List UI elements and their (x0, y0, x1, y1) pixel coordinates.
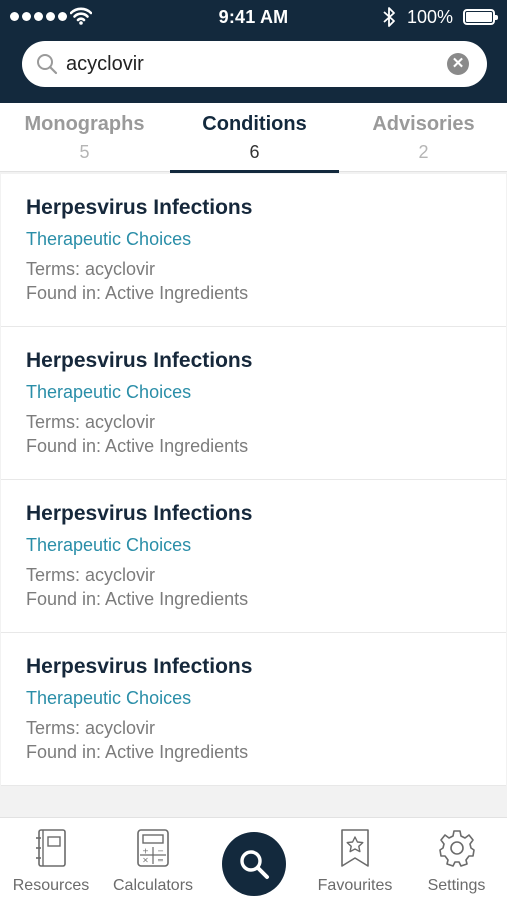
result-card[interactable]: Herpesvirus Infections Therapeutic Choic… (1, 480, 506, 633)
tab-conditions[interactable]: Conditions 6 (170, 103, 339, 173)
nav-label: Calculators (112, 877, 194, 894)
search-bar[interactable]: ✕ (22, 41, 487, 87)
result-title: Herpesvirus Infections (26, 196, 253, 219)
result-card[interactable]: Herpesvirus Infections Therapeutic Choic… (1, 327, 506, 480)
tab-advisories[interactable]: Advisories 2 (339, 103, 507, 172)
result-category: Therapeutic Choices (26, 382, 192, 402)
tab-monographs[interactable]: Monographs 5 (0, 103, 169, 172)
result-found-in: Found in: Active Ingredients (26, 436, 249, 456)
tab-label: Conditions (202, 113, 307, 135)
search-fab-button[interactable] (222, 832, 286, 896)
result-category: Therapeutic Choices (26, 535, 192, 555)
result-title: Herpesvirus Infections (26, 655, 253, 678)
svg-text:+: + (142, 847, 149, 856)
nav-resources[interactable]: Resources (0, 818, 102, 900)
search-icon (37, 54, 58, 75)
result-found-in: Found in: Active Ingredients (26, 283, 249, 303)
tab-label: Monographs (24, 113, 145, 135)
result-card[interactable]: Herpesvirus Infections Therapeutic Choic… (1, 174, 506, 327)
top-bar: 9:41 AM 100% ✕ (0, 0, 507, 103)
nav-label: Settings (427, 877, 486, 894)
nav-calculators[interactable]: + − × = Calculators (102, 818, 204, 900)
result-terms: Terms: acyclovir (26, 565, 156, 585)
result-found-in: Found in: Active Ingredients (26, 742, 249, 762)
result-title: Herpesvirus Infections (26, 349, 253, 372)
search-icon (240, 850, 269, 879)
tab-label: Advisories (372, 113, 475, 135)
battery-percent: 100% (407, 7, 454, 27)
result-title: Herpesvirus Infections (26, 502, 253, 525)
nav-favourites[interactable]: Favourites (304, 818, 406, 900)
notebook-icon (36, 829, 66, 867)
nav-label: Favourites (317, 877, 393, 894)
gear-icon (438, 830, 475, 867)
search-input[interactable] (66, 49, 446, 79)
result-terms: Terms: acyclovir (26, 412, 156, 432)
result-found-in: Found in: Active Ingredients (26, 589, 249, 609)
tab-count: 5 (79, 142, 90, 162)
result-tabs: Monographs 5 Conditions 6 Advisories 2 (0, 103, 507, 173)
result-terms: Terms: acyclovir (26, 718, 156, 738)
bottom-nav: Resources + − × = Calculators Favourites (0, 817, 507, 900)
svg-text:×: × (142, 856, 149, 865)
nav-settings[interactable]: Settings (406, 818, 507, 900)
tab-count: 6 (249, 142, 260, 162)
svg-text:−: − (157, 847, 164, 856)
bookmark-star-icon (341, 829, 369, 867)
calculator-icon: + − × = (137, 829, 169, 867)
status-bar: 9:41 AM 100% (0, 0, 507, 34)
result-category: Therapeutic Choices (26, 229, 192, 249)
bluetooth-icon (383, 7, 395, 27)
result-terms: Terms: acyclovir (26, 259, 156, 279)
result-card[interactable]: Herpesvirus Infections Therapeutic Choic… (1, 633, 506, 786)
nav-label: Resources (12, 877, 90, 894)
clear-search-icon[interactable]: ✕ (447, 53, 469, 75)
results-list: Herpesvirus Infections Therapeutic Choic… (1, 174, 506, 786)
result-category: Therapeutic Choices (26, 688, 192, 708)
svg-text:=: = (157, 856, 164, 865)
tab-count: 2 (418, 142, 429, 162)
battery-icon (463, 9, 498, 25)
